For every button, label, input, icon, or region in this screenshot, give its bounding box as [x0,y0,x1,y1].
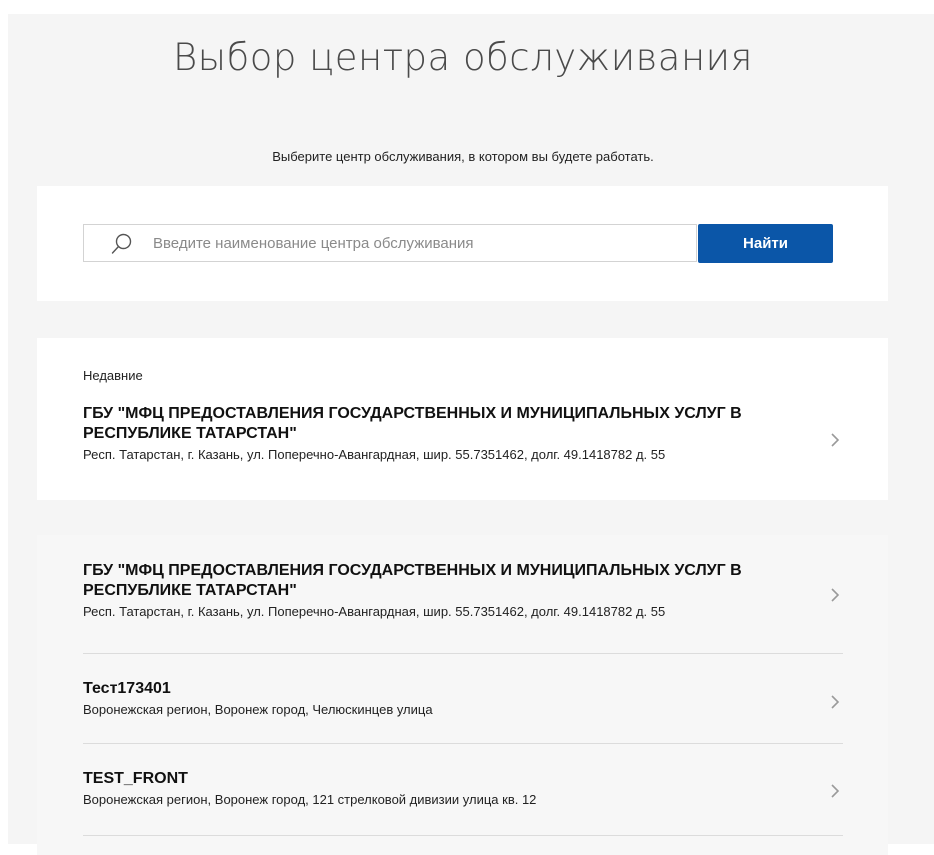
search-input[interactable] [153,225,683,261]
recent-section-label: Недавние [83,368,143,383]
search-card: Найти [37,186,888,301]
center-list-item[interactable]: TEST_FRONT Воронежская регион, Воронеж г… [83,769,843,808]
list-divider [83,743,843,744]
center-name: TEST_FRONT [83,770,188,787]
center-name-line: РЕСПУБЛИКЕ ТАТАРСТАН" [83,582,297,599]
center-name-line: ГБУ "МФЦ ПРЕДОСТАВЛЕНИЯ ГОСУДАРСТВЕННЫХ … [83,562,742,579]
chevron-right-icon [831,695,840,709]
recent-center-item[interactable]: ГБУ "МФЦ ПРЕДОСТАВЛЕНИЯ ГОСУДАРСТВЕННЫХ … [83,404,843,463]
center-address: Респ. Татарстан, г. Казань, ул. Поперечн… [83,604,666,619]
center-name: ГБУ "МФЦ ПРЕДОСТАВЛЕНИЯ ГОСУДАРСТВЕННЫХ … [83,404,843,444]
list-divider [83,653,843,654]
center-address: Воронежская регион, Воронеж город, Челюс… [83,702,433,717]
chevron-right-icon [831,588,840,602]
center-name: Тест173401 [83,680,171,697]
list-divider [83,835,843,836]
chevron-right-icon [831,433,840,447]
search-icon [111,233,132,254]
recent-centers-card: Недавние ГБУ "МФЦ ПРЕДОСТАВЛЕНИЯ ГОСУДАР… [37,338,888,500]
center-name-line: РЕСПУБЛИКЕ ТАТАРСТАН" [83,425,297,442]
center-address: Воронежская регион, Воронеж город, 121 с… [83,792,537,807]
center-address: Респ. Татарстан, г. Казань, ул. Поперечн… [83,447,666,462]
page-title: Выбор центра обслуживания [173,36,753,79]
chevron-right-icon [831,784,840,798]
center-name-line: ГБУ "МФЦ ПРЕДОСТАВЛЕНИЯ ГОСУДАРСТВЕННЫХ … [83,405,742,422]
center-list-item[interactable]: Тест173401 Воронежская регион, Воронеж г… [83,679,843,718]
search-box[interactable] [83,224,697,262]
find-button[interactable]: Найти [698,224,833,263]
centers-list-card: ГБУ "МФЦ ПРЕДОСТАВЛЕНИЯ ГОСУДАРСТВЕННЫХ … [37,535,888,855]
center-name: ГБУ "МФЦ ПРЕДОСТАВЛЕНИЯ ГОСУДАРСТВЕННЫХ … [83,561,843,601]
page-container: Выбор центра обслуживания Выберите центр… [8,14,934,855]
page-subtitle: Выберите центр обслуживания, в котором в… [272,149,654,164]
center-list-item[interactable]: ГБУ "МФЦ ПРЕДОСТАВЛЕНИЯ ГОСУДАРСТВЕННЫХ … [83,561,843,620]
